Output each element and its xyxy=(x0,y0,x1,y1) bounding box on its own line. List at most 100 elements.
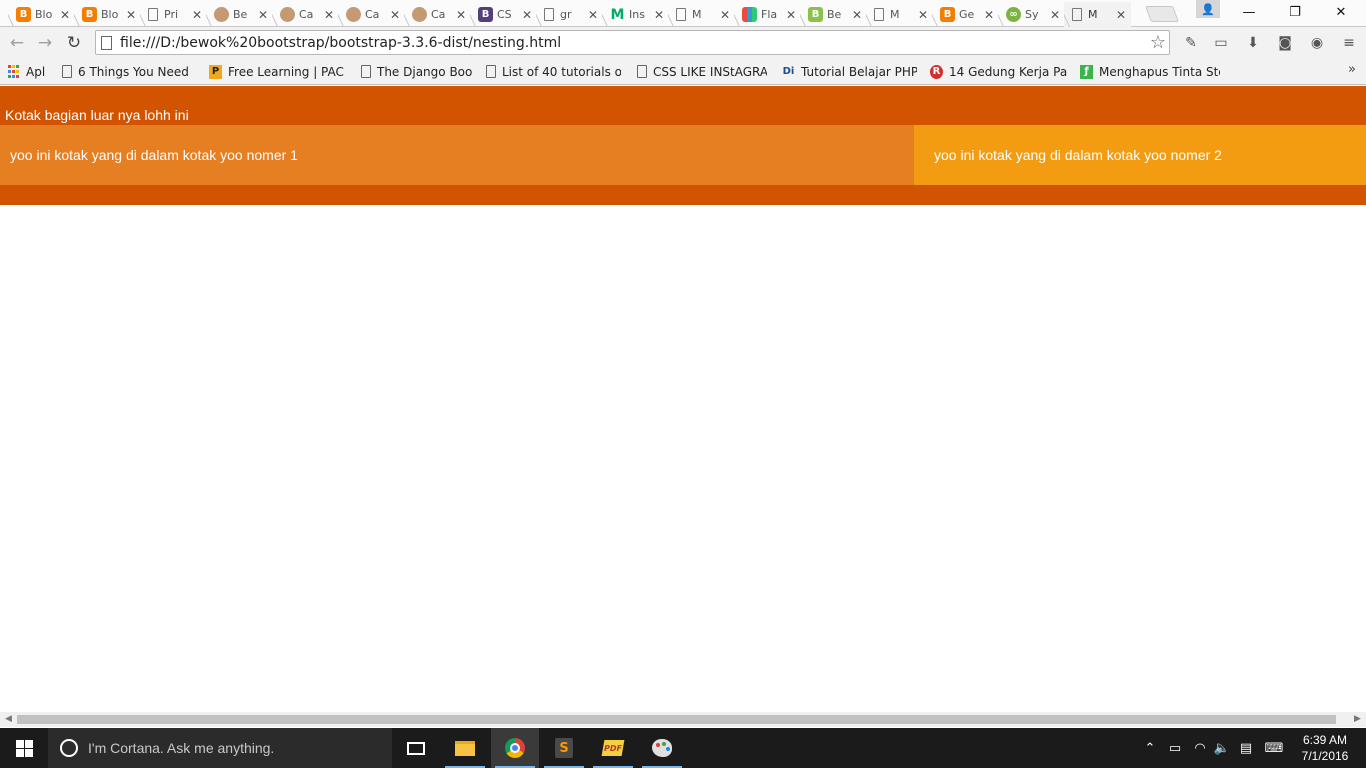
cortana-search-box[interactable]: I'm Cortana. Ask me anything. xyxy=(48,728,392,768)
tab-title: M xyxy=(1088,8,1098,21)
bookmark-label: Menghapus Tinta Ster xyxy=(1099,64,1220,79)
close-tab-icon[interactable]: ✕ xyxy=(125,8,137,22)
browser-tab[interactable]: Ca ✕ xyxy=(272,2,339,27)
forward-button[interactable]: → xyxy=(34,32,56,54)
close-tab-icon[interactable]: ✕ xyxy=(257,8,269,22)
bookmark-item[interactable]: List of 40 tutorials on xyxy=(486,62,621,81)
bookmark-item[interactable]: R 14 Gedung Kerja Palin xyxy=(930,62,1068,81)
wifi-icon[interactable]: ◠ xyxy=(1190,728,1210,768)
scrollbar-thumb[interactable] xyxy=(17,715,1336,724)
menu-icon[interactable]: ≡ xyxy=(1338,32,1360,54)
volume-icon[interactable]: 🔈 xyxy=(1212,728,1232,768)
minimize-button[interactable]: — xyxy=(1226,0,1272,24)
browser-tab[interactable]: Ca ✕ xyxy=(338,2,405,27)
close-tab-icon[interactable]: ✕ xyxy=(389,8,401,22)
link-icon: ∞ xyxy=(1006,7,1021,22)
keyboard-icon[interactable]: ⌨ xyxy=(1262,728,1286,768)
close-tab-icon[interactable]: ✕ xyxy=(1049,8,1061,22)
tab-title: Ca xyxy=(299,8,314,21)
camera-extension-icon[interactable]: ◉ xyxy=(1306,32,1328,54)
back-button[interactable]: ← xyxy=(6,32,28,54)
close-window-button[interactable]: ✕ xyxy=(1318,0,1364,24)
browser-tab[interactable]: Pri ✕ xyxy=(140,2,207,27)
browser-tab[interactable]: Fla ✕ xyxy=(734,2,801,27)
tab-title: CS xyxy=(497,8,512,21)
bookmark-item[interactable]: Apl xyxy=(7,62,47,81)
page-icon xyxy=(101,35,112,50)
browser-tab[interactable]: M ✕ xyxy=(1064,2,1131,27)
person-icon xyxy=(346,7,361,22)
browser-toolbar: ← → ↻ file:///D:/bewok%20bootstrap/boots… xyxy=(0,27,1366,58)
close-tab-icon[interactable]: ✕ xyxy=(653,8,665,22)
address-bar[interactable]: file:///D:/bewok%20bootstrap/bootstrap-3… xyxy=(95,30,1170,55)
chrome-icon xyxy=(505,738,525,758)
battery-icon[interactable]: ▭ xyxy=(1165,728,1185,768)
sublime-text-button[interactable]: S xyxy=(540,728,588,768)
paint-icon xyxy=(652,739,672,757)
browser-tab[interactable]: Ca ✕ xyxy=(404,2,471,27)
bookmark-item[interactable]: P Free Learning | PACKT xyxy=(209,62,344,81)
tab-title: Sy xyxy=(1025,8,1039,21)
bookmark-label: List of 40 tutorials on xyxy=(502,64,621,79)
close-tab-icon[interactable]: ✕ xyxy=(323,8,335,22)
browser-tab[interactable]: gr ✕ xyxy=(536,2,603,27)
browser-tab[interactable]: M ✕ xyxy=(668,2,735,27)
file-explorer-button[interactable] xyxy=(441,728,489,768)
close-tab-icon[interactable]: ✕ xyxy=(1115,8,1127,22)
inner-box-1-text: yoo ini kotak yang di dalam kotak yoo no… xyxy=(10,147,298,163)
browser-tab[interactable]: B CS ✕ xyxy=(470,2,537,27)
new-tab-button[interactable] xyxy=(1145,6,1179,22)
close-tab-icon[interactable]: ✕ xyxy=(983,8,995,22)
blogger-icon: B xyxy=(940,7,955,22)
packt-icon: P xyxy=(209,64,222,79)
taskbar-clock[interactable]: 6:39 AM 7/1/2016 xyxy=(1290,732,1360,764)
bookmark-item[interactable]: ƒ Menghapus Tinta Ster xyxy=(1080,62,1220,81)
browser-tab[interactable]: Be ✕ xyxy=(206,2,273,27)
close-tab-icon[interactable]: ✕ xyxy=(785,8,797,22)
instagram-extension-icon[interactable]: ◙ xyxy=(1274,32,1296,54)
pdf-reader-button[interactable]: PDF xyxy=(589,728,637,768)
close-tab-icon[interactable]: ✕ xyxy=(719,8,731,22)
action-center-icon[interactable]: ▤ xyxy=(1236,728,1256,768)
restore-button[interactable]: ❐ xyxy=(1272,0,1318,24)
page-icon xyxy=(637,65,647,78)
page-icon xyxy=(676,8,686,21)
bookmarks-more-button[interactable]: » xyxy=(1348,62,1356,77)
close-tab-icon[interactable]: ✕ xyxy=(587,8,599,22)
start-button[interactable] xyxy=(0,728,48,768)
show-hidden-icons-button[interactable]: ⌃ xyxy=(1141,728,1159,768)
scroll-right-arrow-icon[interactable]: ▶ xyxy=(1354,714,1361,724)
task-view-icon xyxy=(407,741,425,755)
close-tab-icon[interactable]: ✕ xyxy=(455,8,467,22)
browser-tab[interactable]: ∞ Sy ✕ xyxy=(998,2,1065,27)
close-tab-icon[interactable]: ✕ xyxy=(191,8,203,22)
horizontal-scrollbar[interactable]: ◀ ▶ xyxy=(0,712,1366,727)
paint-button[interactable] xyxy=(638,728,686,768)
blogger-icon: B xyxy=(16,7,31,22)
cast-extension-icon[interactable]: ▭ xyxy=(1210,32,1232,54)
close-tab-icon[interactable]: ✕ xyxy=(917,8,929,22)
task-view-button[interactable] xyxy=(392,728,440,768)
browser-tab[interactable]: B Be ✕ xyxy=(800,2,867,27)
bookmark-item[interactable]: Di Tutorial Belajar PHP D xyxy=(782,62,917,81)
blogger-icon: B xyxy=(82,7,97,22)
bookmark-star-icon[interactable]: ☆ xyxy=(1150,32,1166,53)
bookmark-item[interactable]: CSS LIKE INStAGRAM xyxy=(637,62,767,81)
browser-tab[interactable]: M Ins ✕ xyxy=(602,2,669,27)
close-tab-icon[interactable]: ✕ xyxy=(59,8,71,22)
close-tab-icon[interactable]: ✕ xyxy=(851,8,863,22)
profile-icon[interactable]: 👤 xyxy=(1196,0,1220,18)
browser-tab[interactable]: B Blo ✕ xyxy=(8,2,75,27)
download-extension-icon[interactable]: ⬇ xyxy=(1242,32,1264,54)
browser-tab[interactable]: B Blo ✕ xyxy=(74,2,141,27)
scroll-left-arrow-icon[interactable]: ◀ xyxy=(5,714,12,724)
bookmark-item[interactable]: 6 Things You Need to xyxy=(62,62,192,81)
browser-tab[interactable]: B Ge ✕ xyxy=(932,2,999,27)
close-tab-icon[interactable]: ✕ xyxy=(521,8,533,22)
address-url[interactable]: file:///D:/bewok%20bootstrap/bootstrap-3… xyxy=(120,35,561,51)
browser-tab[interactable]: M ✕ xyxy=(866,2,933,27)
bookmark-item[interactable]: The Django Book xyxy=(361,62,473,81)
reload-button[interactable]: ↻ xyxy=(63,32,85,54)
eyedropper-extension-icon[interactable]: ✎ xyxy=(1180,32,1202,54)
chrome-button[interactable] xyxy=(491,728,539,768)
